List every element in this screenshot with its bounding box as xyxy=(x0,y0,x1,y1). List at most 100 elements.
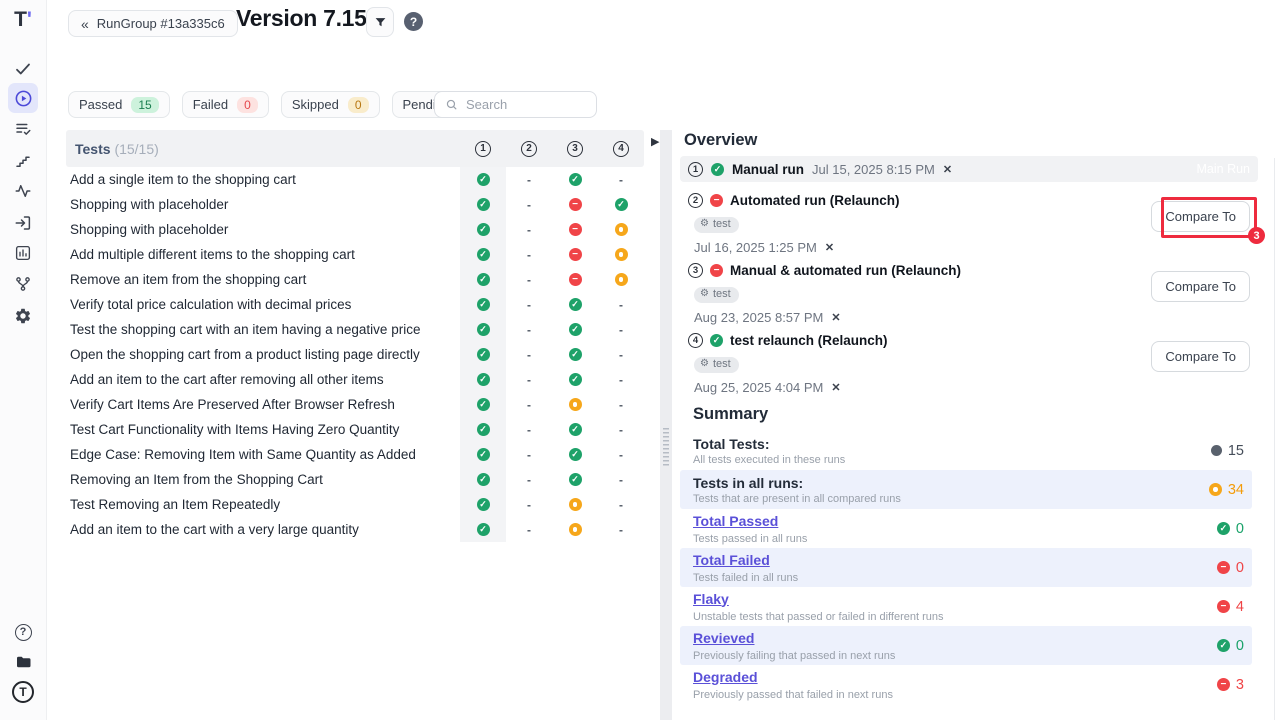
total-dot-icon xyxy=(1211,445,1222,456)
filter-chip-failed[interactable]: Failed0 xyxy=(182,91,269,118)
summary-label: Total Tests: xyxy=(693,436,1211,452)
table-row[interactable]: Shopping with placeholder✓-−✓ xyxy=(66,192,644,217)
table-row[interactable]: Verify Cart Items Are Preserved After Br… xyxy=(66,392,644,417)
rungroup-back-button[interactable]: « RunGroup #13a335c6 xyxy=(68,10,238,37)
runs-play-icon[interactable] xyxy=(8,83,38,113)
passed-icon: ✓ xyxy=(569,473,582,486)
page-help-icon[interactable]: ? xyxy=(404,12,423,31)
no-result-dash: - xyxy=(619,498,623,512)
no-result-dash: - xyxy=(527,398,531,412)
panel-splitter[interactable] xyxy=(660,130,672,720)
collapse-panel-icon[interactable]: ▶ xyxy=(651,135,659,148)
table-row[interactable]: Shopping with placeholder✓-− xyxy=(66,217,644,242)
summary-link[interactable]: Revieved xyxy=(693,630,754,646)
table-row[interactable]: Removing an Item from the Shopping Cart✓… xyxy=(66,467,644,492)
run-column-header-2[interactable]: 2 xyxy=(506,130,552,167)
remove-run-icon[interactable]: ✕ xyxy=(831,311,840,324)
status-cell xyxy=(552,492,598,517)
passed-icon: ✓ xyxy=(477,373,490,386)
status-cell: - xyxy=(598,392,644,417)
run-date: Aug 25, 2025 4:04 PM xyxy=(694,380,823,395)
status-cell: - xyxy=(506,342,552,367)
status-cell: ✓ xyxy=(552,167,598,192)
table-row[interactable]: Test Cart Functionality with Items Havin… xyxy=(66,417,644,442)
run-name: test relaunch (Relaunch) xyxy=(730,333,888,348)
failed-icon: − xyxy=(569,223,582,236)
run-tag: ⚙test xyxy=(694,217,739,233)
double-chevron-left-icon: « xyxy=(81,17,89,31)
run-date: Aug 23, 2025 8:57 PM xyxy=(694,310,823,325)
filter-chip-label: Skipped xyxy=(292,97,339,112)
help-icon[interactable]: ? xyxy=(13,622,33,642)
test-name: Add a single item to the shopping cart xyxy=(66,172,460,187)
test-name: Test the shopping cart with an item havi… xyxy=(66,322,460,337)
right-scrollbar[interactable] xyxy=(1274,158,1275,720)
status-cell: ✓ xyxy=(460,317,506,342)
run-column-header-3[interactable]: 3 xyxy=(552,130,598,167)
compare-to-button[interactable]: Compare To xyxy=(1151,341,1250,372)
failed-icon: − xyxy=(1217,561,1230,574)
table-row[interactable]: Remove an item from the shopping cart✓-− xyxy=(66,267,644,292)
table-row[interactable]: Add multiple different items to the shop… xyxy=(66,242,644,267)
run-column-header-4[interactable]: 4 xyxy=(598,130,644,167)
summary-link[interactable]: Degraded xyxy=(693,669,758,685)
table-row[interactable]: Add an item to the cart with a very larg… xyxy=(66,517,644,542)
status-cell: ✓ xyxy=(552,342,598,367)
settings-gear-icon[interactable] xyxy=(13,306,33,326)
table-row[interactable]: Open the shopping cart from a product li… xyxy=(66,342,644,367)
filter-chip-passed[interactable]: Passed15 xyxy=(68,91,170,118)
filter-chip-skipped[interactable]: Skipped 0 xyxy=(281,91,380,118)
pulse-icon[interactable] xyxy=(13,181,33,201)
run-column-header-1[interactable]: 1 xyxy=(460,130,506,167)
summary-link[interactable]: Total Failed xyxy=(693,552,770,568)
search-input[interactable] xyxy=(458,97,596,112)
table-row[interactable]: Add an item to the cart after removing a… xyxy=(66,367,644,392)
overview-title: Overview xyxy=(684,131,757,150)
search-box xyxy=(434,91,597,118)
docs-folder-icon[interactable] xyxy=(13,652,33,672)
no-result-dash: - xyxy=(527,273,531,287)
filter-button[interactable] xyxy=(366,7,394,37)
overview-panel: Overview 1✓Manual runJul 15, 2025 8:15 P… xyxy=(673,128,1280,720)
remove-run-icon[interactable]: ✕ xyxy=(825,241,834,254)
passed-icon: ✓ xyxy=(477,298,490,311)
app-logo[interactable]: T' xyxy=(0,8,46,32)
analytics-chart-icon[interactable] xyxy=(13,243,33,263)
status-cell: ✓ xyxy=(552,367,598,392)
test-name: Add an item to the cart with a very larg… xyxy=(66,522,460,537)
summary-link[interactable]: Total Passed xyxy=(693,513,778,529)
table-row[interactable]: Test the shopping cart with an item havi… xyxy=(66,317,644,342)
remove-run-icon[interactable]: ✕ xyxy=(943,163,952,176)
profile-logo-icon[interactable]: T xyxy=(12,681,34,703)
filter-count-badge: 0 xyxy=(348,97,369,113)
remove-run-icon[interactable]: ✕ xyxy=(831,381,840,394)
steps-icon[interactable] xyxy=(13,151,33,171)
summary-value: 34 xyxy=(1228,482,1244,498)
branch-icon[interactable] xyxy=(13,274,33,294)
gear-icon: ⚙ xyxy=(700,359,709,369)
summary-desc: All tests executed in these runs xyxy=(693,454,1211,466)
compare-to-button[interactable]: Compare To xyxy=(1151,271,1250,302)
status-cell: ✓ xyxy=(552,292,598,317)
table-row[interactable]: Edge Case: Removing Item with Same Quant… xyxy=(66,442,644,467)
table-row[interactable]: Test Removing an Item Repeatedly✓-- xyxy=(66,492,644,517)
splitter-grip-icon[interactable] xyxy=(663,428,669,466)
run-number-1: 1 xyxy=(475,141,491,157)
no-result-dash: - xyxy=(527,173,531,187)
run-row-main[interactable]: 1✓Manual runJul 15, 2025 8:15 PM✕Main Ru… xyxy=(680,156,1258,182)
table-row[interactable]: Verify total price calculation with deci… xyxy=(66,292,644,317)
run-tag: ⚙test xyxy=(694,287,739,303)
filter-count-badge: 15 xyxy=(131,97,158,113)
summary-value-group: ✓0 xyxy=(1217,638,1244,654)
page-title: Version 7.15 xyxy=(236,5,367,32)
failed-icon: − xyxy=(710,264,723,277)
report-list-check-icon[interactable] xyxy=(13,119,33,139)
summary-link[interactable]: Flaky xyxy=(693,591,729,607)
table-row[interactable]: Add a single item to the shopping cart ✓ -… xyxy=(66,167,644,192)
run-number-3: 3 xyxy=(688,263,703,278)
compare-to-button[interactable]: Compare To xyxy=(1151,201,1250,232)
tasks-check-icon[interactable] xyxy=(13,59,33,79)
passed-icon: ✓ xyxy=(569,448,582,461)
import-icon[interactable] xyxy=(13,213,33,233)
no-result-dash: - xyxy=(527,498,531,512)
